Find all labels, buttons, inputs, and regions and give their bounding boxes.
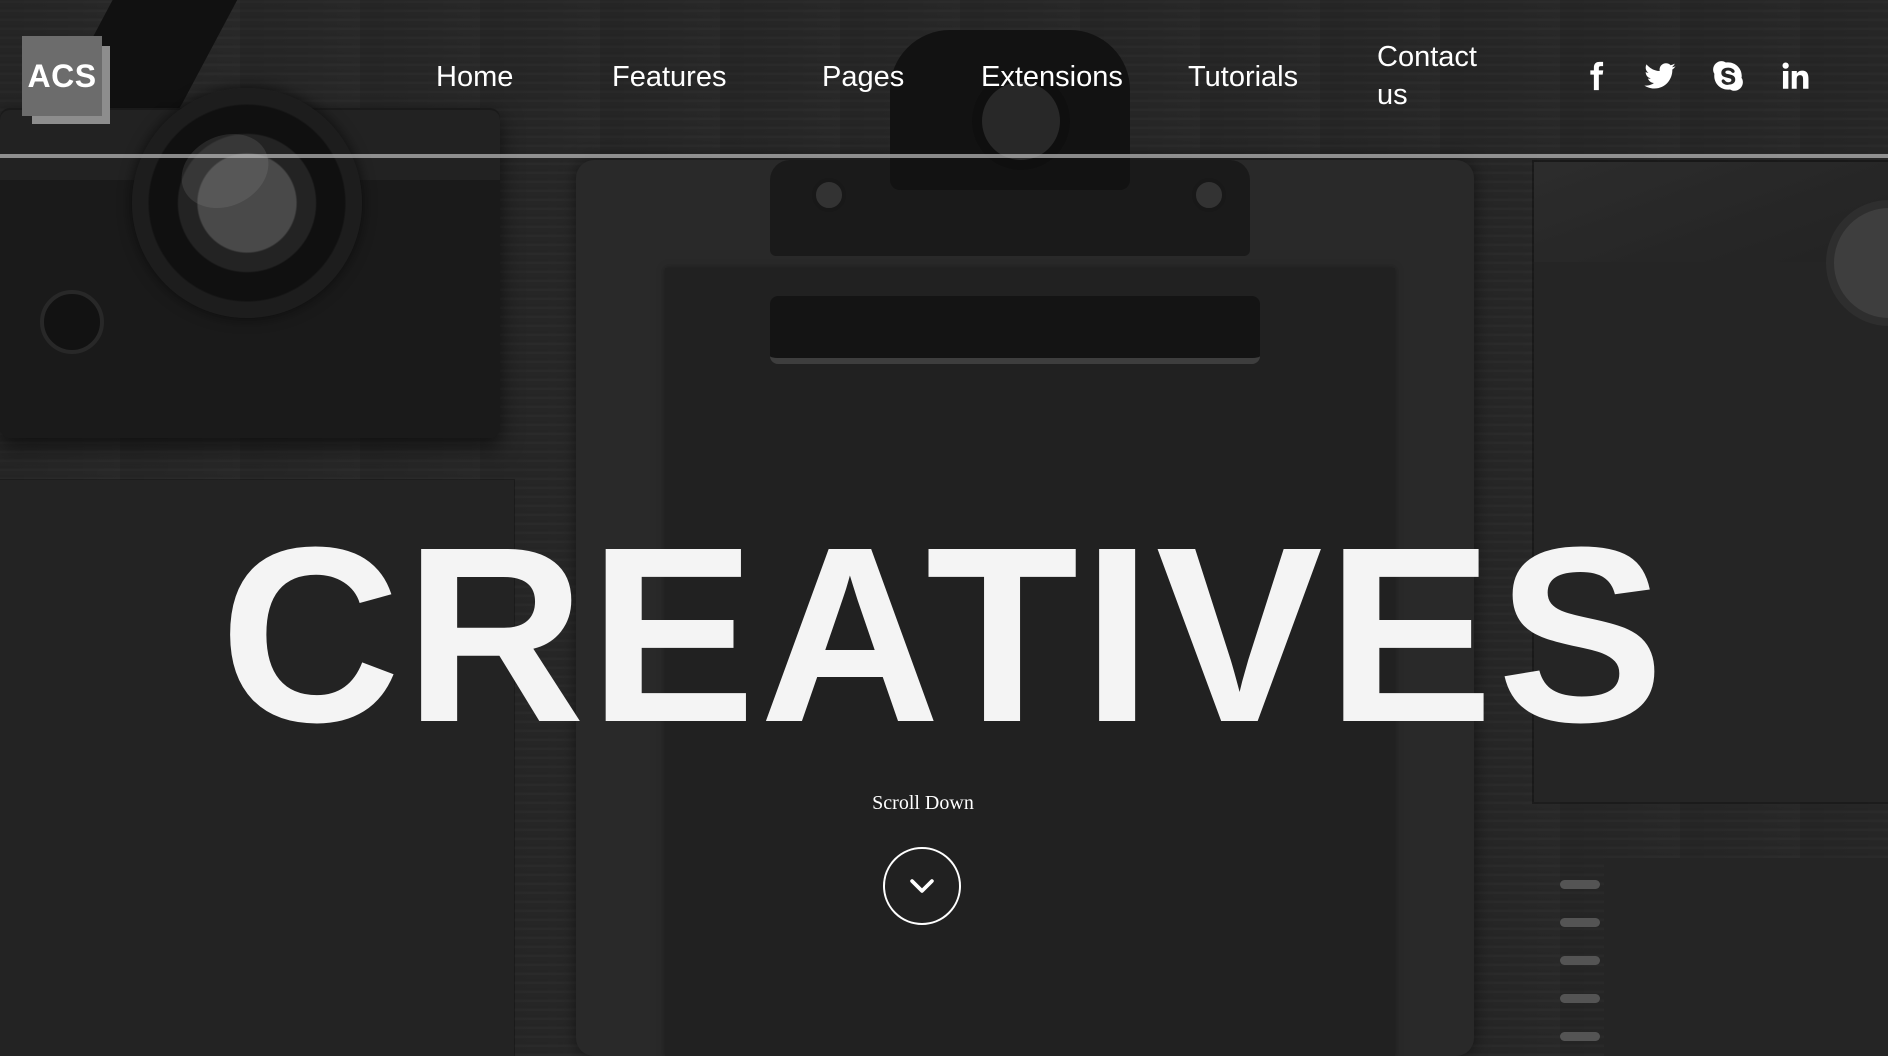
nav-item-tutorials[interactable]: Tutorials	[1188, 58, 1298, 96]
site-header: ACS Home Features Pages Extensions Tutor…	[0, 0, 1888, 160]
twitter-icon[interactable]	[1640, 56, 1680, 96]
nav-item-contact-us[interactable]: Contact us	[1377, 38, 1507, 114]
skype-icon[interactable]	[1708, 56, 1748, 96]
scroll-down-button[interactable]	[883, 847, 961, 925]
header-divider	[0, 154, 1888, 158]
linkedin-icon[interactable]	[1775, 56, 1815, 96]
nav-item-extensions[interactable]: Extensions	[981, 58, 1123, 96]
nav-item-pages[interactable]: Pages	[822, 58, 904, 96]
logo-text: ACS	[22, 36, 102, 116]
nav-item-features[interactable]: Features	[612, 58, 726, 96]
site-logo[interactable]: ACS	[22, 36, 110, 124]
scroll-down-label: Scroll Down	[872, 792, 974, 814]
nav-item-home[interactable]: Home	[436, 58, 513, 96]
facebook-icon[interactable]	[1576, 56, 1616, 96]
hero-title: CREATIVES	[219, 495, 1669, 774]
chevron-down-icon	[910, 879, 934, 893]
